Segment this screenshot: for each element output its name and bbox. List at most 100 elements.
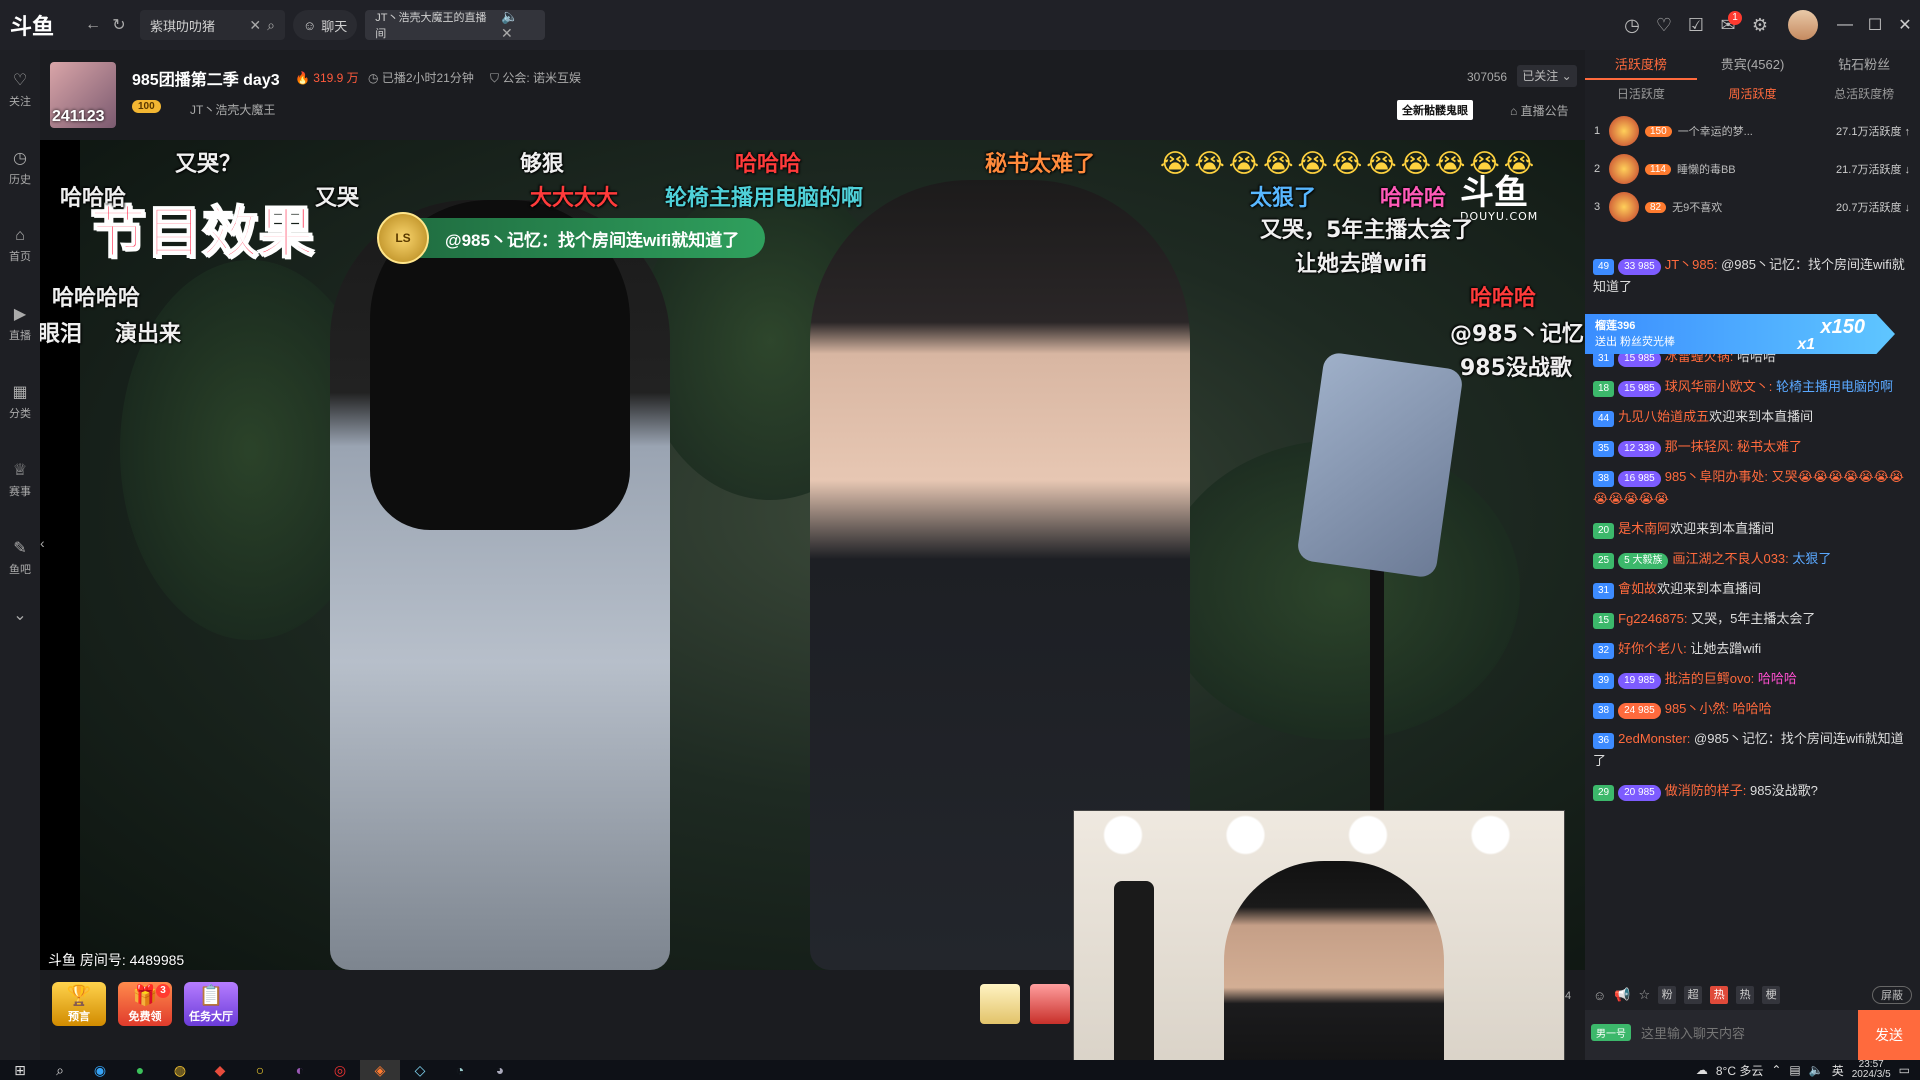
chat-username[interactable]: 九见八始道成五 — [1618, 409, 1709, 424]
hot-filter-button-2[interactable]: 热 — [1736, 986, 1755, 1004]
send-button[interactable]: 发送 — [1858, 1010, 1920, 1060]
task-hall-button[interactable]: 📋 任务大厅 — [184, 982, 238, 1026]
close-icon[interactable]: ✕ — [249, 17, 261, 33]
rank-row[interactable]: 2 114 睡懒的毒BB 21.7万活跃度 ↓ — [1585, 150, 1920, 188]
tab-activity-rank[interactable]: 活跃度榜 — [1585, 50, 1697, 80]
tab-search[interactable]: 紫琪叻叻猪 ✕ ⌕ — [140, 10, 285, 40]
chat-message-list[interactable]: 49 33 985 JT丶985: @985丶记忆：找个房间连wifi就知道了 31… — [1585, 250, 1920, 980]
meme-filter-button[interactable]: 梗 — [1762, 986, 1781, 1004]
new-skin-banner[interactable]: 全新骷髅鬼眼 — [1397, 100, 1473, 120]
sidebar-item-category[interactable]: ▦ 分类 — [0, 362, 40, 440]
window-close-icon[interactable]: ✕ — [1890, 15, 1920, 35]
message-icon[interactable]: ✉ 1 — [1712, 9, 1744, 41]
emoji-icon[interactable]: ☺ — [1593, 988, 1606, 1003]
refresh-icon[interactable]: ↻ — [106, 12, 132, 38]
block-toggle[interactable]: 屏蔽 — [1872, 986, 1912, 1004]
app-icon[interactable]: ◇ — [400, 1060, 440, 1080]
edge-icon[interactable]: ◉ — [80, 1060, 120, 1080]
free-gift-button[interactable]: 🎁 免费领 3 — [118, 982, 172, 1026]
identity-badge[interactable]: 男一号 — [1591, 1024, 1631, 1041]
chat-text: 985没战歌? — [1749, 783, 1818, 798]
sidebar-item-home[interactable]: ⌂ 首页 — [0, 206, 40, 284]
trophy-icon: ♕ — [12, 461, 28, 479]
sidebar-expand[interactable]: ⌄ — [0, 596, 40, 636]
horn-icon[interactable]: 📢 — [1614, 987, 1630, 1003]
chat-input[interactable] — [1641, 1018, 1851, 1048]
douyu-logo[interactable]: 斗鱼 — [0, 0, 80, 50]
settings-icon[interactable]: ⚙ — [1744, 9, 1776, 41]
anchor-name[interactable]: JT丶浩壳大魔王 — [190, 101, 275, 118]
guild-info[interactable]: ⛉ 公会: 诺米互娱 — [490, 69, 581, 86]
star-icon[interactable]: ☆ — [1638, 987, 1650, 1003]
wechat-icon[interactable]: ● — [120, 1060, 160, 1080]
sidebar-item-live[interactable]: ▶ 直播 — [0, 284, 40, 362]
netease-music-icon[interactable]: ◎ — [320, 1060, 360, 1080]
weather-text[interactable]: 8°C 多云 — [1716, 1062, 1763, 1079]
subtab-total[interactable]: 总活跃度榜 — [1808, 80, 1920, 108]
subtab-weekly[interactable]: 周活跃度 — [1697, 80, 1809, 108]
maximize-icon[interactable]: ☐ — [1860, 15, 1890, 35]
chat-username[interactable]: 好你个老八: — [1618, 641, 1687, 656]
volume-icon[interactable]: 🔈 — [1809, 1063, 1824, 1077]
tab-chat[interactable]: ☺ 聊天 — [293, 10, 358, 40]
gift-item[interactable] — [1030, 984, 1070, 1024]
chat-username[interactable]: JT丶985: — [1665, 257, 1718, 272]
chat-username[interactable]: 批洁的巨鳄ovo: — [1665, 671, 1755, 686]
chat-username[interactable]: 做消防的样子: — [1665, 783, 1747, 798]
app-icon[interactable]: ◐ — [280, 1060, 320, 1080]
sound-icon[interactable]: 🔈 — [501, 8, 518, 24]
back-icon[interactable]: ← — [80, 12, 106, 38]
sidebar-item-events[interactable]: ♕ 赛事 — [0, 440, 40, 518]
clock[interactable]: 23:57 2024/3/5 — [1852, 1060, 1891, 1080]
chrome-icon[interactable]: ◍ — [160, 1060, 200, 1080]
chat-username[interactable]: 985丶小然: — [1665, 701, 1729, 716]
tab-vip[interactable]: 贵宾(4562) — [1697, 50, 1809, 80]
chat-username[interactable]: 画江湖之不良人033: — [1672, 551, 1788, 566]
anchor-avatar[interactable]: 241123 — [50, 62, 116, 128]
chevron-up-icon[interactable]: ⌃ — [1771, 1063, 1781, 1077]
douyu-taskbar-icon[interactable]: ◈ — [360, 1060, 400, 1080]
collapse-sidebar-icon[interactable]: ‹ — [40, 535, 45, 551]
sidebar-item-follow[interactable]: ♡ 关注 — [0, 50, 40, 128]
chat-username[interactable]: Fg2246875: — [1618, 611, 1687, 626]
tab-diamond-fans[interactable]: 钻石粉丝 — [1808, 50, 1920, 80]
favorite-icon[interactable]: ♡ — [1648, 9, 1680, 41]
stream-notice[interactable]: ⌂ 直播公告 — [1510, 102, 1569, 119]
network-icon[interactable]: ▤ — [1789, 1063, 1800, 1077]
search-icon[interactable]: ⌕ — [267, 17, 275, 33]
chat-username[interactable]: 那一抹轻风: — [1665, 439, 1734, 454]
chat-username[interactable]: 2edMonster: — [1618, 731, 1690, 746]
search-icon[interactable]: ⌕ — [40, 1060, 80, 1080]
steam-icon[interactable]: ◔ — [440, 1060, 480, 1080]
rank-row[interactable]: 1 150 一个幸运的梦... 27.1万活跃度 ↑ — [1585, 112, 1920, 150]
sidebar-item-forum[interactable]: ✎ 鱼吧 — [0, 518, 40, 596]
prophecy-button[interactable]: 🏆 预言 — [52, 982, 106, 1026]
ime-indicator[interactable]: 英 — [1832, 1062, 1844, 1079]
chat-username[interactable]: 是木南阿 — [1618, 521, 1670, 536]
notification-icon[interactable]: ▭ — [1899, 1063, 1910, 1077]
chat-text: 哈哈哈 — [1732, 701, 1772, 716]
follow-button[interactable]: 已关注 ⌄ — [1517, 65, 1577, 87]
room-title: 985团播第二季 day3 — [132, 72, 280, 89]
sidebar-item-history[interactable]: ◷ 历史 — [0, 128, 40, 206]
super-filter-button[interactable]: 超 — [1684, 986, 1703, 1004]
tab-live-room[interactable]: JT丶浩壳大魔王的直播间 🔈✕ — [365, 8, 546, 41]
rank-row[interactable]: 3 82 无9不喜欢 20.7万活跃度 ↓ — [1585, 188, 1920, 226]
user-avatar[interactable] — [1788, 10, 1818, 40]
app-icon[interactable]: ◕ — [480, 1060, 520, 1080]
chat-username[interactable]: 球风华丽小欧文丶: — [1665, 379, 1773, 394]
anchor-webcam[interactable] — [1073, 810, 1565, 1080]
hot-filter-button[interactable]: 热 — [1710, 986, 1729, 1004]
task-icon[interactable]: ☑ — [1680, 9, 1712, 41]
gift-item[interactable] — [980, 984, 1020, 1024]
history-icon[interactable]: ◷ — [1616, 9, 1648, 41]
app-icon[interactable]: ○ — [240, 1060, 280, 1080]
subtab-daily[interactable]: 日活跃度 — [1585, 80, 1697, 108]
fan-filter-button[interactable]: 粉 — [1658, 986, 1677, 1004]
chat-username[interactable]: 985丶阜阳办事处: — [1665, 469, 1768, 484]
chat-username[interactable]: 會如故 — [1618, 581, 1657, 596]
app-icon[interactable]: ◆ — [200, 1060, 240, 1080]
close-tab-icon[interactable]: ✕ — [501, 25, 513, 41]
minimize-icon[interactable]: — — [1830, 16, 1860, 34]
windows-start-icon[interactable]: ⊞ — [0, 1060, 40, 1080]
